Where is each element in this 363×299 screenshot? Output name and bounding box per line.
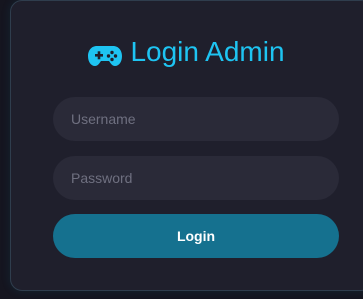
login-card: Login Admin Login — [10, 0, 363, 291]
page-title: Login Admin — [130, 36, 285, 67]
login-title: Login Admin — [11, 35, 362, 69]
password-input[interactable] — [53, 156, 339, 200]
login-button[interactable]: Login — [53, 214, 339, 258]
gamepad-icon — [88, 41, 123, 66]
username-input[interactable] — [53, 97, 339, 141]
